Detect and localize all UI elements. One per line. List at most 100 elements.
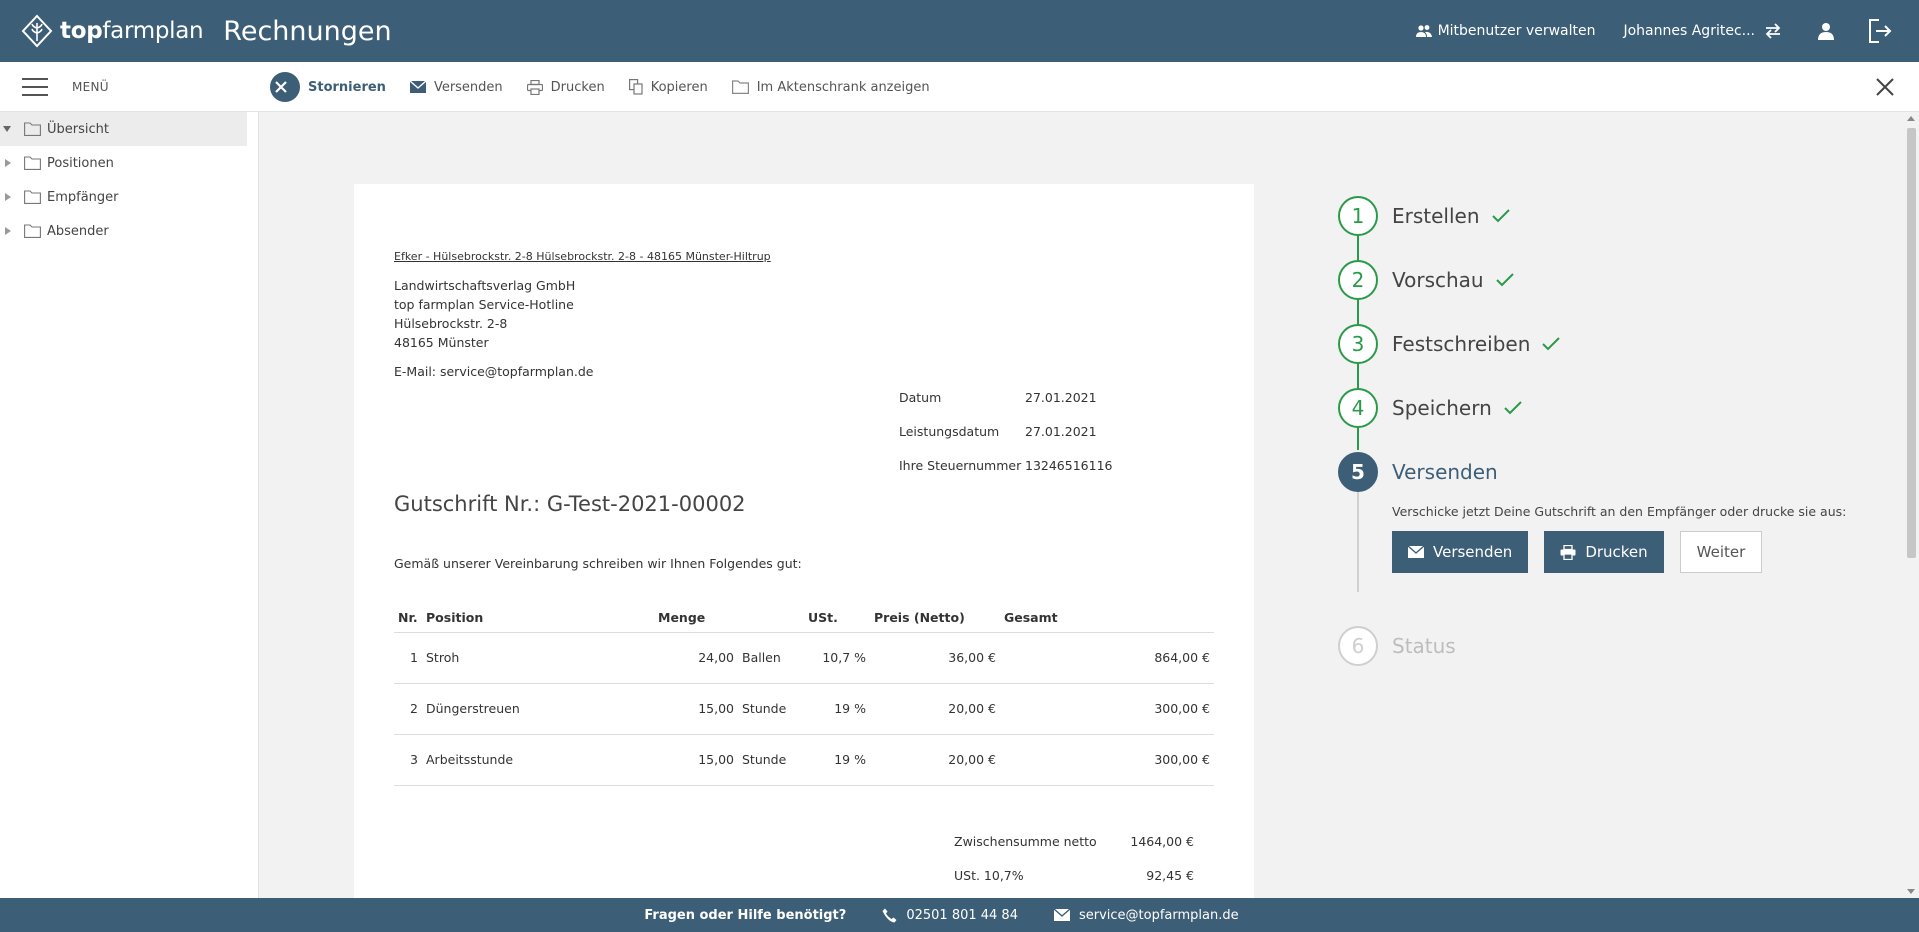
address-line: Hülsebrockstr. 2-8 <box>394 316 508 331</box>
logout-button[interactable] <box>1865 16 1895 46</box>
table-row: 3 Arbeitsstunde 15,00 Stunde 19 % 20,00 … <box>394 734 1214 786</box>
expand-down-icon[interactable] <box>3 126 11 132</box>
sidebar-item-recipient[interactable]: Empfänger <box>0 180 258 214</box>
step-status: 6 Status <box>1338 614 1858 678</box>
positions-table: Nr. Position Menge USt. Preis (Netto) Ge… <box>394 604 1214 786</box>
send-button[interactable]: Versenden <box>409 79 503 95</box>
cancel-button[interactable]: Stornieren <box>270 72 386 102</box>
profile-button[interactable] <box>1811 16 1841 46</box>
phone-contact[interactable]: 02501 801 44 84 <box>882 908 1018 923</box>
sender-return-line: Efker - Hülsebrockstr. 2-8 Hülsebrockstr… <box>394 250 771 263</box>
col-menge: Menge <box>654 604 738 633</box>
totals: Zwischensumme netto 1464,00 € USt. 10,7% 9… <box>954 824 1194 892</box>
sidebar-item-label: Absender <box>47 223 109 239</box>
col-position: Position <box>422 604 654 633</box>
send-button[interactable]: Versenden <box>1392 531 1529 573</box>
email-contact[interactable]: service@topfarmplan.de <box>1053 908 1239 923</box>
cell-gesamt: 864,00 € <box>1000 632 1214 684</box>
copy-button[interactable]: Kopieren <box>628 79 708 95</box>
user-switcher[interactable]: Johannes Agritec... <box>1623 23 1783 39</box>
step-send: 5 Versenden <box>1338 440 1858 504</box>
step-label: Versenden <box>1392 460 1498 484</box>
address-line: 48165 Münster <box>394 335 489 350</box>
cell-unit: Stunde <box>738 683 804 735</box>
print-button[interactable]: Drucken <box>1544 531 1664 573</box>
scroll-down-icon[interactable] <box>1907 889 1915 894</box>
cell-menge: 24,00 <box>654 632 738 684</box>
sidebar-item-label: Positionen <box>47 155 114 171</box>
switch-arrows-icon <box>1765 23 1781 39</box>
close-icon[interactable] <box>1873 75 1897 99</box>
print-button[interactable]: Drucken <box>526 79 605 95</box>
folder-icon <box>24 122 41 136</box>
meta-key: Ihre Steuernummer <box>899 457 1022 473</box>
table-row: 1 Stroh 24,00 Ballen 10,7 % 36,00 € 864,… <box>394 632 1214 684</box>
cancel-label: Stornieren <box>308 79 386 95</box>
table-row: 2 Düngerstreuen 15,00 Stunde 19 % 20,00 … <box>394 683 1214 735</box>
recipient-email: E-Mail: service@topfarmplan.de <box>394 364 594 379</box>
total-row: USt. 10,7% 92,45 € <box>954 858 1194 892</box>
app-title: Rechnungen <box>223 15 392 47</box>
cell-position: Stroh <box>422 632 654 684</box>
expand-right-icon[interactable] <box>5 159 11 167</box>
workflow-stepper: 1 Erstellen 2 Vorschau 3 Festschreiben 4… <box>1338 184 1858 678</box>
expand-right-icon[interactable] <box>5 227 11 235</box>
recipient-address: Landwirtschaftsverlag GmbH top farmplan … <box>394 276 575 352</box>
cell-gesamt: 300,00 € <box>1000 734 1214 786</box>
sidebar-item-overview[interactable]: Übersicht <box>0 112 247 146</box>
col-ust: USt. <box>804 604 870 633</box>
next-button[interactable]: Weiter <box>1679 531 1763 573</box>
send-step-body: Verschicke jetzt Deine Gutschrift an den… <box>1338 504 1858 614</box>
meta-row: Leistungsdatum 27.01.2021 <box>899 414 1112 448</box>
logo[interactable]: topfarmplan <box>20 14 204 48</box>
hamburger-menu-icon[interactable] <box>22 78 48 96</box>
step-create: 1 Erstellen <box>1338 184 1858 248</box>
check-icon <box>1504 401 1522 415</box>
copy-icon <box>628 79 643 95</box>
address-line: top farmplan Service-Hotline <box>394 297 574 312</box>
meta-row: Datum 27.01.2021 <box>899 380 1112 414</box>
scroll-up-icon[interactable] <box>1907 116 1915 121</box>
send-label: Versenden <box>433 79 503 95</box>
folder-icon <box>24 190 41 204</box>
cell-nr: 2 <box>394 683 422 735</box>
folder-icon <box>24 156 41 170</box>
check-icon <box>1495 273 1514 287</box>
meta-value: 13246516116 <box>1025 457 1113 473</box>
step-label: Status <box>1392 634 1456 658</box>
envelope-icon <box>1053 909 1070 921</box>
vertical-scrollbar[interactable] <box>1903 112 1919 898</box>
document-title: Gutschrift Nr.: G-Test-2021-00002 <box>394 492 746 516</box>
expand-right-icon[interactable] <box>5 193 11 201</box>
total-row: Zwischensumme netto 1464,00 € <box>954 824 1194 858</box>
meta-value: 27.01.2021 <box>1025 423 1097 439</box>
wheat-logo-icon <box>21 14 53 48</box>
cell-nr: 3 <box>394 734 422 786</box>
manage-co-users-label: Mitbenutzer verwalten <box>1437 23 1596 39</box>
cell-gesamt: 300,00 € <box>1000 683 1214 735</box>
help-footer: Fragen oder Hilfe benötigt? 02501 801 44… <box>0 898 1919 932</box>
sidebar-item-positions[interactable]: Positionen <box>0 146 258 180</box>
sidebar-item-sender[interactable]: Absender <box>0 214 258 248</box>
scrollbar-thumb[interactable] <box>1907 128 1916 558</box>
credit-note-document: Efker - Hülsebrockstr. 2-8 Hülsebrockstr… <box>354 184 1254 898</box>
top-bar: topfarmplan Rechnungen Mitbenutzer verwa… <box>0 0 1919 62</box>
copy-label: Kopieren <box>650 79 708 95</box>
step-number: 1 <box>1338 196 1378 236</box>
printer-icon <box>526 79 543 95</box>
show-in-cabinet-button[interactable]: Im Aktenschrank anzeigen <box>731 80 930 95</box>
folder-icon <box>731 80 749 94</box>
user-icon <box>1818 23 1834 40</box>
menu-label: MENÜ <box>72 80 109 94</box>
print-button-label: Drucken <box>1585 543 1648 561</box>
step-save: 4 Speichern <box>1338 376 1858 440</box>
cell-ust: 19 % <box>804 683 870 735</box>
cell-position: Düngerstreuen <box>422 683 654 735</box>
address-line: Landwirtschaftsverlag GmbH <box>394 278 576 293</box>
manage-co-users-link[interactable]: Mitbenutzer verwalten <box>1415 23 1596 39</box>
step-label: Festschreiben <box>1392 332 1531 356</box>
document-meta: Datum 27.01.2021 Leistungsdatum 27.01.2021… <box>899 380 1112 482</box>
cell-position: Arbeitsstunde <box>422 734 654 786</box>
table-header-row: Nr. Position Menge USt. Preis (Netto) Ge… <box>394 604 1214 633</box>
cell-unit: Ballen <box>738 632 804 684</box>
